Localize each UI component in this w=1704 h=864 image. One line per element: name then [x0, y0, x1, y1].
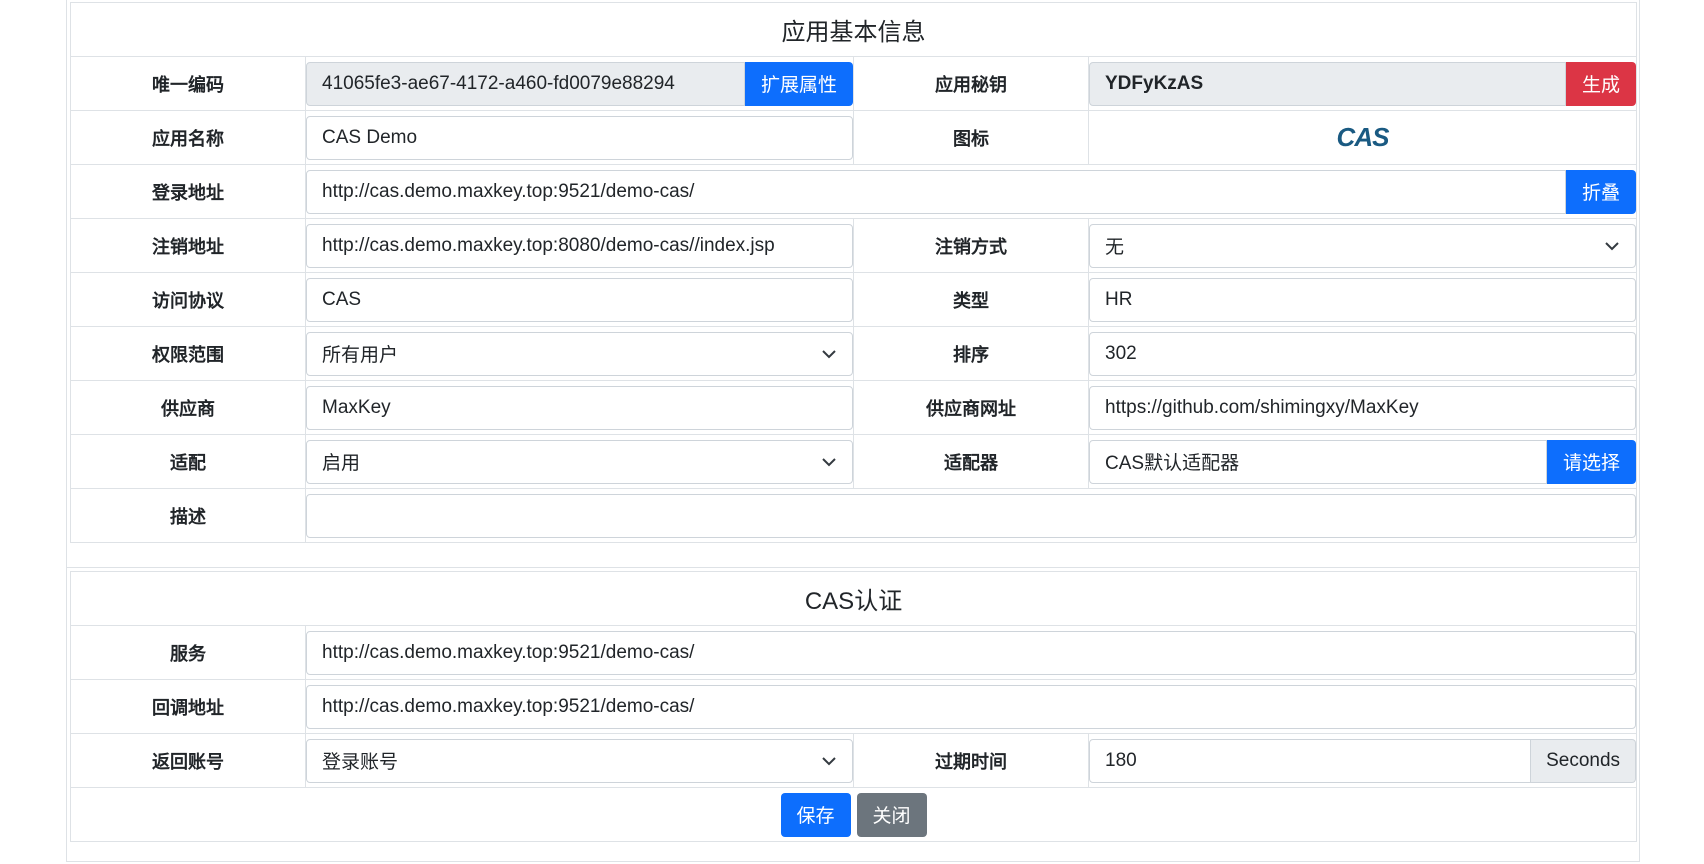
vendor-url-input[interactable]: https://github.com/shimingxy/MaxKey — [1089, 385, 1636, 430]
cas-auth-table: CAS认证 服务 http://cas.demo.maxkey.top:9521… — [69, 571, 1638, 842]
scope-select[interactable]: 所有用户 — [306, 331, 853, 376]
expire-input[interactable]: 180 — [1089, 738, 1532, 783]
chevron-down-icon — [822, 457, 836, 466]
type-label: 类型 — [853, 272, 1089, 327]
logout-url-input[interactable]: http://cas.demo.maxkey.top:8080/demo-cas… — [306, 223, 853, 268]
logout-type-label: 注销方式 — [853, 218, 1089, 273]
service-label: 服务 — [70, 625, 306, 680]
callback-label: 回调地址 — [70, 679, 306, 734]
vendor-url-label: 供应商网址 — [853, 380, 1089, 435]
description-label: 描述 — [70, 488, 306, 543]
return-account-select[interactable]: 登录账号 — [306, 738, 853, 783]
vendor-label: 供应商 — [70, 380, 306, 435]
app-name-input[interactable]: CAS Demo — [306, 115, 853, 160]
logout-type-select[interactable]: 无 — [1089, 223, 1636, 268]
ext-attributes-button[interactable]: 扩展属性 — [744, 61, 853, 106]
adapter-input[interactable]: CAS默认适配器 — [1089, 439, 1547, 484]
close-button[interactable]: 关闭 — [856, 792, 927, 837]
basic-info-caption: 应用基本信息 — [70, 2, 1637, 57]
return-account-value: 登录账号 — [322, 752, 399, 773]
adapt-label: 适配 — [70, 434, 306, 489]
protocol-label: 访问协议 — [70, 272, 306, 327]
scope-value: 所有用户 — [322, 345, 399, 366]
cas-auth-caption: CAS认证 — [69, 571, 1638, 626]
type-input[interactable]: HR — [1089, 277, 1636, 322]
order-label: 排序 — [853, 326, 1089, 381]
login-url-label: 登录地址 — [70, 164, 306, 219]
secret-input[interactable]: YDFyKzAS — [1089, 61, 1566, 106]
icon-label: 图标 — [853, 110, 1089, 165]
return-account-label: 返回账号 — [70, 733, 306, 788]
uid-label: 唯一编码 — [70, 56, 306, 111]
uid-input[interactable]: 41065fe3-ae67-4172-a460-fd0079e88294 — [306, 61, 745, 106]
description-input[interactable] — [306, 493, 1636, 538]
service-input[interactable]: http://cas.demo.maxkey.top:9521/demo-cas… — [306, 630, 1637, 675]
vendor-input[interactable]: MaxKey — [306, 385, 853, 430]
protocol-input[interactable]: CAS — [306, 277, 853, 322]
logout-type-value: 无 — [1105, 237, 1125, 258]
app-name-label: 应用名称 — [70, 110, 306, 165]
adapter-label: 适配器 — [853, 434, 1089, 489]
fold-button[interactable]: 折叠 — [1565, 169, 1636, 214]
chevron-down-icon — [822, 349, 836, 358]
scope-label: 权限范围 — [70, 326, 306, 381]
logout-url-label: 注销地址 — [70, 218, 306, 273]
save-button[interactable]: 保存 — [780, 792, 851, 837]
secret-label: 应用秘钥 — [853, 56, 1089, 111]
choose-adapter-button[interactable]: 请选择 — [1546, 439, 1636, 484]
adapt-select[interactable]: 启用 — [306, 439, 853, 484]
order-input[interactable]: 302 — [1089, 331, 1636, 376]
chevron-down-icon — [822, 756, 836, 765]
cas-logo-icon: CAS — [1336, 122, 1390, 152]
expire-label: 过期时间 — [853, 733, 1089, 788]
generate-secret-button[interactable]: 生成 — [1565, 61, 1636, 106]
adapt-value: 启用 — [322, 453, 361, 474]
section-divider — [66, 567, 1640, 568]
chevron-down-icon — [1605, 241, 1619, 250]
login-url-input[interactable]: http://cas.demo.maxkey.top:9521/demo-cas… — [306, 169, 1566, 214]
expire-unit: Seconds — [1531, 738, 1637, 783]
callback-input[interactable]: http://cas.demo.maxkey.top:9521/demo-cas… — [306, 684, 1637, 729]
basic-info-table: 应用基本信息 唯一编码 41065fe3-ae67-4172-a460-fd00… — [70, 2, 1637, 543]
